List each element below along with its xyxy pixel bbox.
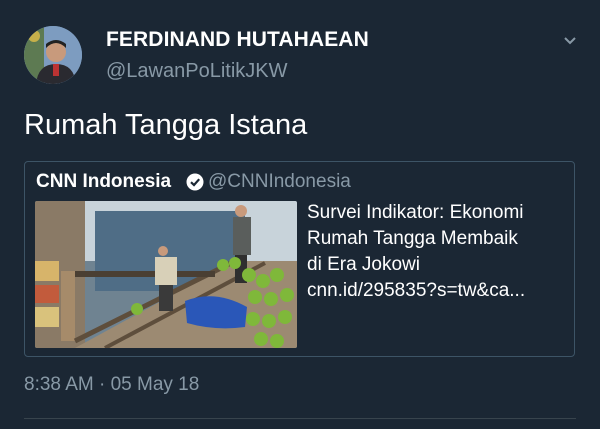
card-title-line: di Era Jokowi <box>307 254 420 275</box>
avatar[interactable] <box>24 26 82 84</box>
quoted-author-name[interactable]: CNN Indonesia <box>36 171 171 193</box>
card-title[interactable]: Survei Indikator: Ekonomi Rumah Tangga M… <box>307 200 569 278</box>
card-image[interactable] <box>35 201 297 348</box>
tweet-timestamp[interactable]: 8:38 AM · 05 May 18 <box>24 374 199 396</box>
author-handle[interactable]: @LawanPoLitikJKW <box>106 60 287 83</box>
divider <box>24 418 576 419</box>
tweet-text: Rumah Tangga Istana <box>24 109 308 141</box>
avatar-photo <box>24 26 82 84</box>
quoted-author-handle[interactable]: @CNNIndonesia <box>208 171 351 193</box>
card-title-line: Rumah Tangga Membaik <box>307 228 518 249</box>
quoted-tweet-card[interactable]: CNN Indonesia @CNNIndonesia Survei Indik… <box>24 161 575 357</box>
author-name[interactable]: FERDINAND HUTAHAEAN <box>106 28 369 52</box>
card-link[interactable]: cnn.id/295835?s=tw&ca... <box>307 278 565 304</box>
verified-badge-icon <box>186 173 204 191</box>
chevron-down-icon[interactable] <box>562 34 578 48</box>
card-title-line: Survei Indikator: Ekonomi <box>307 202 524 223</box>
